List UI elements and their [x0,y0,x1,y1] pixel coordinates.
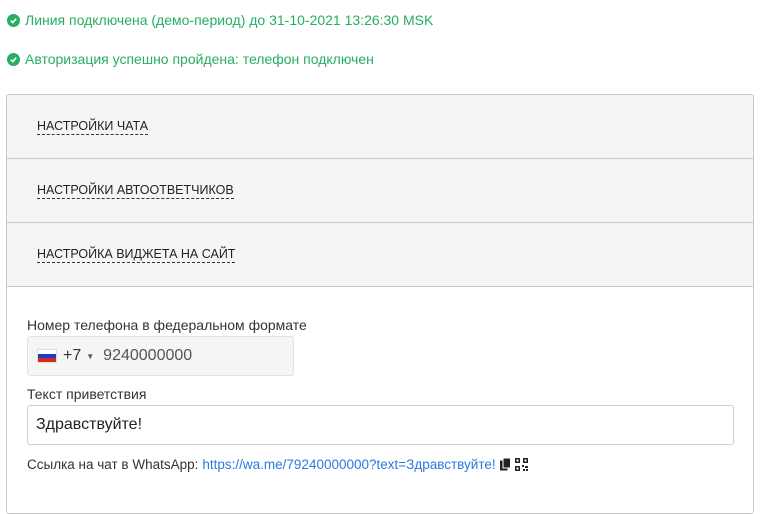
check-circle-icon [7,52,20,66]
copy-icon[interactable] [499,458,511,471]
auth-status: Авторизация успешно пройдена: телефон по… [7,51,374,67]
greeting-input[interactable] [27,405,734,445]
whatsapp-link[interactable]: https://wa.me/79240000000?text=Здравству… [202,457,495,472]
check-circle-icon [7,13,20,27]
phone-input-group[interactable]: +7 ▼ 9240000000 [27,336,294,376]
phone-label: Номер телефона в федеральном формате [27,317,307,333]
accordion-autoresponder-settings[interactable]: Настройки автоответчиков [7,159,753,223]
country-code[interactable]: +7 [63,347,81,365]
whatsapp-link-label: Ссылка на чат в WhatsApp: [27,457,199,472]
auth-status-text: Авторизация успешно пройдена: телефон по… [25,51,374,67]
whatsapp-link-row: Ссылка на чат в WhatsApp: https://wa.me/… [27,457,528,472]
accordion-chat-settings-label[interactable]: Настройки чата [37,119,149,135]
caret-down-icon[interactable]: ▼ [86,352,94,361]
accordion-chat-settings[interactable]: Настройки чата [7,95,753,159]
accordion-widget-settings-label[interactable]: Настройка виджета на сайт [37,247,236,263]
greeting-label: Текст приветствия [27,386,147,402]
accordion-widget-settings[interactable]: Настройка виджета на сайт [7,223,753,287]
line-status: Линия подключена (демо-период) до 31-10-… [7,12,433,28]
accordion-autoresponder-settings-label[interactable]: Настройки автоответчиков [37,183,234,199]
phone-field[interactable]: 9240000000 [103,347,192,365]
line-status-text: Линия подключена (демо-период) до 31-10-… [25,12,434,28]
settings-accordion: Настройки чата Настройки автоответчиков … [6,94,754,514]
qr-code-icon[interactable] [514,458,528,471]
russia-flag-icon[interactable] [37,349,57,363]
